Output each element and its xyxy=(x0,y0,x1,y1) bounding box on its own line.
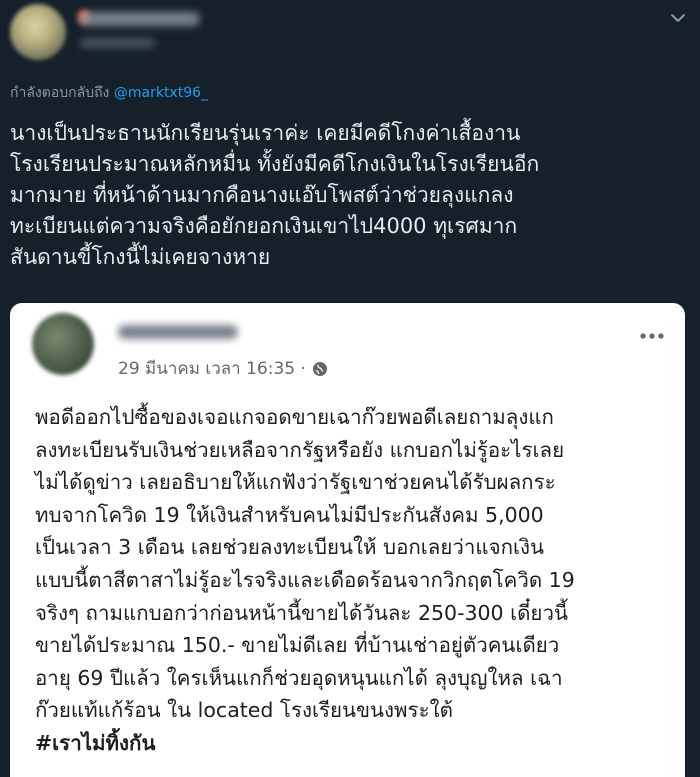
post-line: แบบนี้ตาสีตาสาไม่รู้อะไรจริงและเดือดร้อน… xyxy=(35,567,575,592)
chevron-down-icon[interactable] xyxy=(668,8,688,28)
tweet-line: นางเป็นประธานนักเรียนรุ่นเราค่ะ เคยมีคดี… xyxy=(10,121,521,145)
tweet-header xyxy=(0,0,700,75)
post-line: พอดีออกไปซื้อของเจอแกจอดขายเฉาก๊วยพอดีเล… xyxy=(35,405,554,429)
post-line: ลงทะเบียนรับเงินช่วยเหลือจากรัฐหรือยัง แ… xyxy=(35,437,565,462)
tweet-line: โรงเรียนประมาณหลักหมื่น ทั้งยังมีคดีโกงเ… xyxy=(10,152,540,176)
embedded-post-image[interactable]: 29 มีนาคม เวลา 16:35 · พอดีออกไปซื้อของเ… xyxy=(10,303,685,777)
post-line: อายุ 69 ปีแล้ว ใครเห็นแกก็ช่วยอุดหนุนแกไ… xyxy=(35,665,563,690)
author-avatar[interactable] xyxy=(10,4,66,60)
author-handle-blurred xyxy=(80,38,155,48)
post-body: พอดีออกไปซื้อของเจอแกจอดขายเฉาก๊วยพอดีเล… xyxy=(35,401,675,760)
post-author-name-blurred xyxy=(118,325,238,339)
post-date: 29 มีนาคม เวลา 16:35 · xyxy=(118,359,306,379)
reply-mention-link[interactable]: @marktxt96_ xyxy=(114,85,208,101)
post-meta: 29 มีนาคม เวลา 16:35 · xyxy=(118,355,328,382)
post-line: ทบจากโควิด 19 ให้เงินสำหรับคนไม่มีประกัน… xyxy=(35,502,544,527)
tweet-line: มากมาย ที่หน้าด้านมากคือนางแอ๊บโพสต์ว่าช… xyxy=(10,183,514,207)
more-horizontal-icon xyxy=(640,333,664,339)
post-line: เป็นเวลา 3 เดือน เลยช่วยลงทะเบียนให้ บอก… xyxy=(35,535,545,560)
reply-context: กำลังตอบกลับถึง @marktxt96_ xyxy=(10,82,208,104)
post-author-avatar xyxy=(32,313,94,375)
reply-prefix: กำลังตอบกลับถึง xyxy=(10,85,110,101)
post-line: จริงๆ ถามแกบอกว่าก่อนหน้านี้ขายได้วันละ … xyxy=(35,600,568,625)
post-line: ก๊วยแท้แก้ร้อน ใน located โรงเรียนขนงพระ… xyxy=(35,698,453,723)
tweet-text: นางเป็นประธานนักเรียนรุ่นเราค่ะ เคยมีคดี… xyxy=(10,118,694,273)
author-name-blurred[interactable] xyxy=(80,12,200,26)
post-line: ขายได้ประมาณ 150.- ขายไม่ดีเลย ที่บ้านเช… xyxy=(35,633,560,658)
tweet-line: สันดานขี้โกงนี้ไม่เคยจางหาย xyxy=(10,245,271,269)
post-line: ไม่ได้ดูข่าว เลยอธิบายให้แกฟังว่ารัฐเขาช… xyxy=(35,470,556,495)
post-hashtag: #เราไม่ทิ้งกัน xyxy=(35,730,156,755)
globe-icon xyxy=(312,361,327,376)
tweet-line: ทะเบียนแต่ความจริงคือยักยอกเงินเขาไป4000… xyxy=(10,214,518,238)
